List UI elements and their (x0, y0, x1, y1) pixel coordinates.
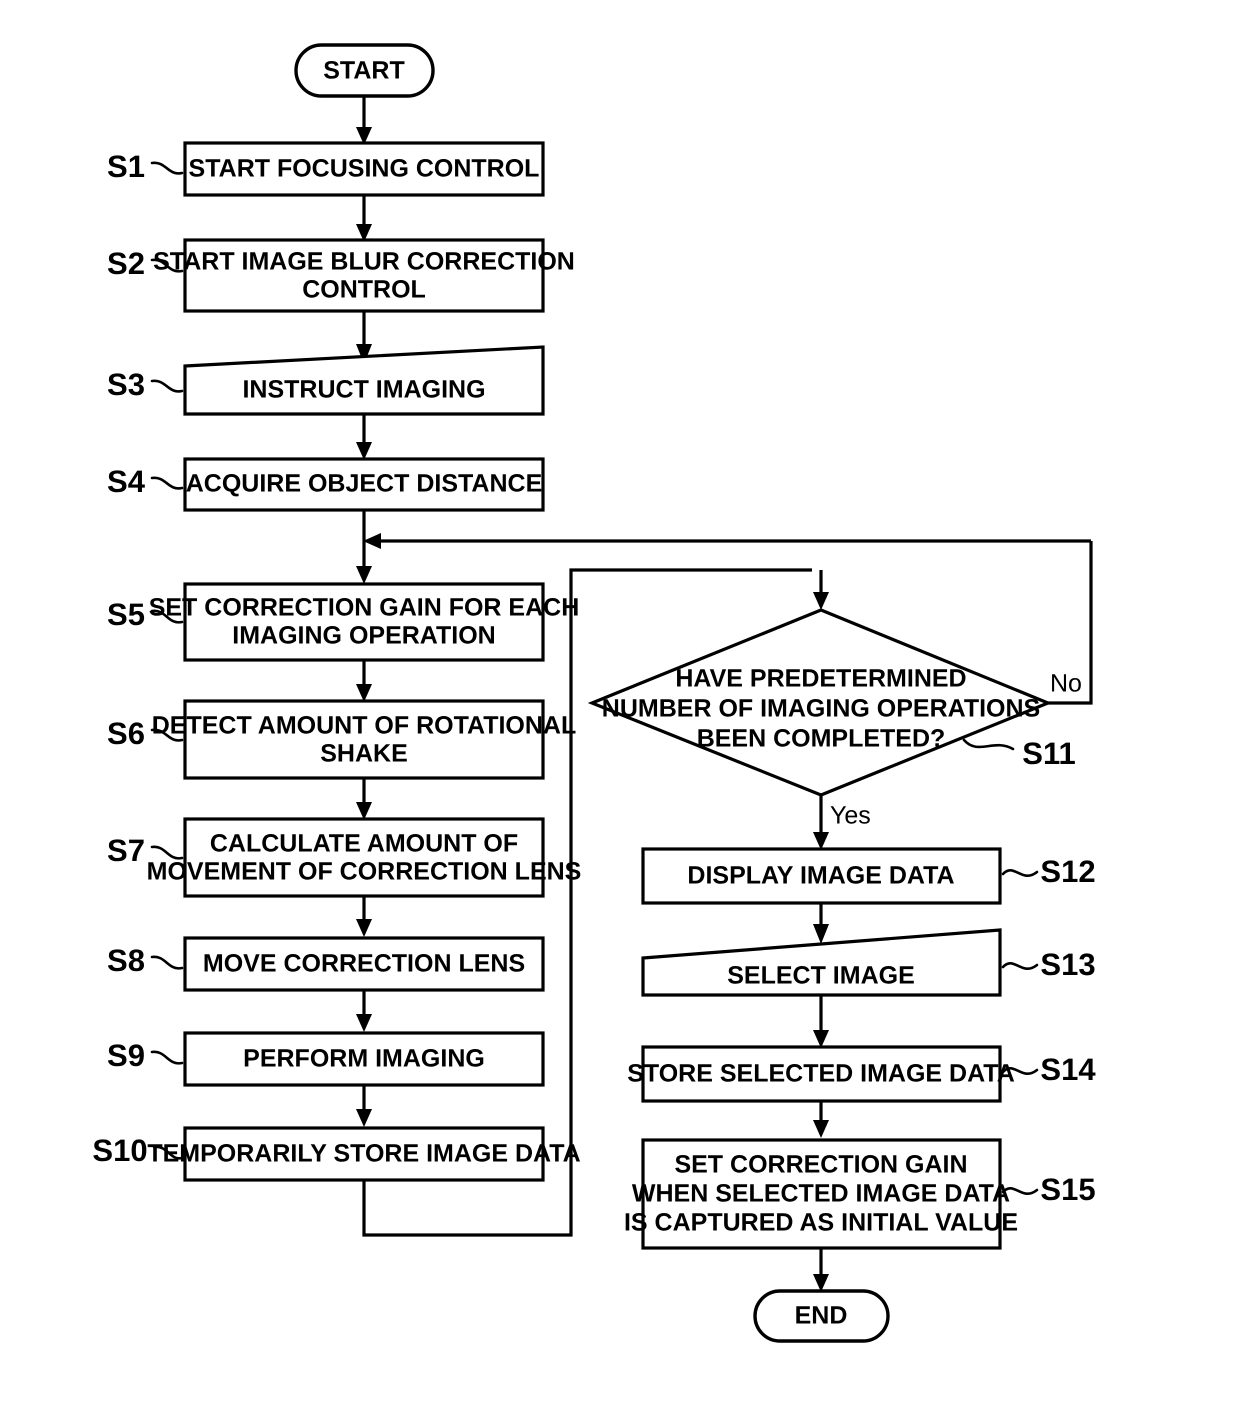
s15-step-label: S15 (1040, 1172, 1095, 1207)
s6-text-line-1: DETECT AMOUNT OF ROTATIONAL (152, 712, 577, 740)
s15-text-line-3: IS CAPTURED AS INITIAL VALUE (624, 1209, 1018, 1237)
step-marker-s3: S3 (107, 367, 184, 402)
s3-leader-line (150, 379, 184, 393)
s5-text-line-1: SET CORRECTION GAIN FOR EACH (149, 594, 580, 622)
step-marker-s11: S11 (962, 736, 1076, 771)
node-s12: DISPLAY IMAGE DATA (641, 847, 1002, 905)
s4-step-label: S4 (107, 464, 146, 499)
s14-text-line-1: STORE SELECTED IMAGE DATA (627, 1060, 1015, 1088)
s5-text-line-2: IMAGING OPERATION (232, 622, 495, 650)
step-marker-s12: S12 (1001, 854, 1096, 889)
arrowhead-s6-s7 (356, 802, 372, 820)
s10-step-label: S10 (92, 1133, 147, 1168)
s13-leader-line (1001, 962, 1039, 970)
branch-label-no: No (1050, 670, 1082, 698)
node-s3: INSTRUCT IMAGING (183, 345, 545, 416)
s10-text-line-1: TEMPORARILY STORE IMAGE DATA (147, 1140, 580, 1168)
s11-text-line-3: BEEN COMPLETED? (697, 725, 946, 753)
arrowhead-s10-s11 (813, 592, 829, 610)
arrowhead-s5-s6 (356, 684, 372, 702)
s1-leader-line (150, 161, 184, 175)
arrowhead-s8-s9 (356, 1014, 372, 1032)
arrowhead-s11-s12 (813, 832, 829, 850)
step-marker-s8: S8 (107, 943, 184, 978)
s3-step-label: S3 (107, 367, 145, 402)
s2-step-label: S2 (107, 246, 145, 281)
arrowhead-s14-s15 (813, 1120, 829, 1138)
s13-text-line-1: SELECT IMAGE (727, 962, 915, 990)
step-marker-s15: S15 (1001, 1172, 1096, 1207)
node-s7: CALCULATE AMOUNT OF MOVEMENT OF CORRECTI… (147, 817, 582, 898)
node-s14: STORE SELECTED IMAGE DATA (627, 1045, 1015, 1103)
start-terminator-label: START (323, 57, 404, 85)
s11-step-label: S11 (1022, 736, 1075, 771)
step-marker-s13: S13 (1001, 947, 1096, 982)
step-marker-s4: S4 (107, 464, 184, 499)
s11-leader-line (962, 738, 1015, 751)
s1-text-line-1: START FOCUSING CONTROL (189, 155, 540, 183)
node-s2: START IMAGE BLUR CORRECTION CONTROL (153, 238, 575, 313)
end-terminator-label: END (795, 1302, 848, 1330)
s7-text-line-1: CALCULATE AMOUNT OF (210, 830, 518, 858)
s4-text-line-1: ACQUIRE OBJECT DISTANCE (186, 470, 543, 498)
node-s4: ACQUIRE OBJECT DISTANCE (183, 457, 545, 512)
flowchart-diagram: START START FOCUSING CONTROL S1 START IM… (0, 0, 1240, 1412)
s12-step-label: S12 (1040, 854, 1095, 889)
node-start: START (294, 43, 435, 98)
s9-step-label: S9 (107, 1038, 145, 1073)
s1-step-label: S1 (107, 149, 145, 184)
s6-step-label: S6 (107, 716, 145, 751)
node-end: END (753, 1289, 890, 1343)
step-marker-s1: S1 (107, 149, 184, 184)
s6-text-line-2: SHAKE (320, 740, 408, 768)
step-marker-s14: S14 (1001, 1052, 1096, 1087)
node-s5: SET CORRECTION GAIN FOR EACH IMAGING OPE… (149, 582, 580, 662)
node-s11: HAVE PREDETERMINED NUMBER OF IMAGING OPE… (587, 608, 1053, 797)
node-s6: DETECT AMOUNT OF ROTATIONAL SHAKE (152, 699, 577, 780)
node-s15: SET CORRECTION GAIN WHEN SELECTED IMAGE … (624, 1138, 1018, 1250)
node-s8: MOVE CORRECTION LENS (183, 936, 545, 992)
s5-step-label: S5 (107, 597, 145, 632)
s13-step-label: S13 (1040, 947, 1095, 982)
node-s10: TEMPORARILY STORE IMAGE DATA (147, 1126, 581, 1182)
s9-leader-line (150, 1050, 184, 1065)
s8-step-label: S8 (107, 943, 145, 978)
arrowhead-s9-s10 (356, 1109, 372, 1127)
arrowhead-no-loopback (363, 533, 381, 549)
s2-text-line-2: CONTROL (302, 276, 426, 304)
step-marker-s9: S9 (107, 1038, 184, 1073)
flowchart-canvas: START START FOCUSING CONTROL S1 START IM… (92, 43, 1096, 1343)
s12-leader-line (1001, 869, 1039, 877)
branch-label-yes: Yes (830, 802, 871, 830)
s4-leader-line (150, 476, 184, 490)
s7-text-line-2: MOVEMENT OF CORRECTION LENS (147, 858, 582, 886)
s14-step-label: S14 (1040, 1052, 1096, 1087)
arrowhead-s13-s14 (813, 1030, 829, 1048)
s9-text-line-1: PERFORM IMAGING (243, 1045, 485, 1073)
s15-text-line-1: SET CORRECTION GAIN (674, 1151, 967, 1179)
s2-text-line-1: START IMAGE BLUR CORRECTION (153, 248, 575, 276)
arrowhead-s3-s4 (356, 442, 372, 460)
arrowhead-s7-s8 (356, 919, 372, 937)
s11-text-line-1: HAVE PREDETERMINED (675, 665, 966, 693)
s15-text-line-2: WHEN SELECTED IMAGE DATA (632, 1180, 1010, 1208)
s3-text-line-1: INSTRUCT IMAGING (242, 376, 485, 404)
s7-step-label: S7 (107, 833, 145, 868)
node-s1: START FOCUSING CONTROL (183, 141, 545, 197)
arrowhead-s4-s5 (356, 566, 372, 584)
s8-text-line-1: MOVE CORRECTION LENS (203, 950, 525, 978)
node-s9: PERFORM IMAGING (183, 1031, 545, 1087)
arrowhead-s12-s13 (813, 924, 829, 944)
s11-text-line-2: NUMBER OF IMAGING OPERATIONS (602, 695, 1040, 723)
s8-leader-line (150, 955, 184, 970)
s12-text-line-1: DISPLAY IMAGE DATA (687, 862, 954, 890)
